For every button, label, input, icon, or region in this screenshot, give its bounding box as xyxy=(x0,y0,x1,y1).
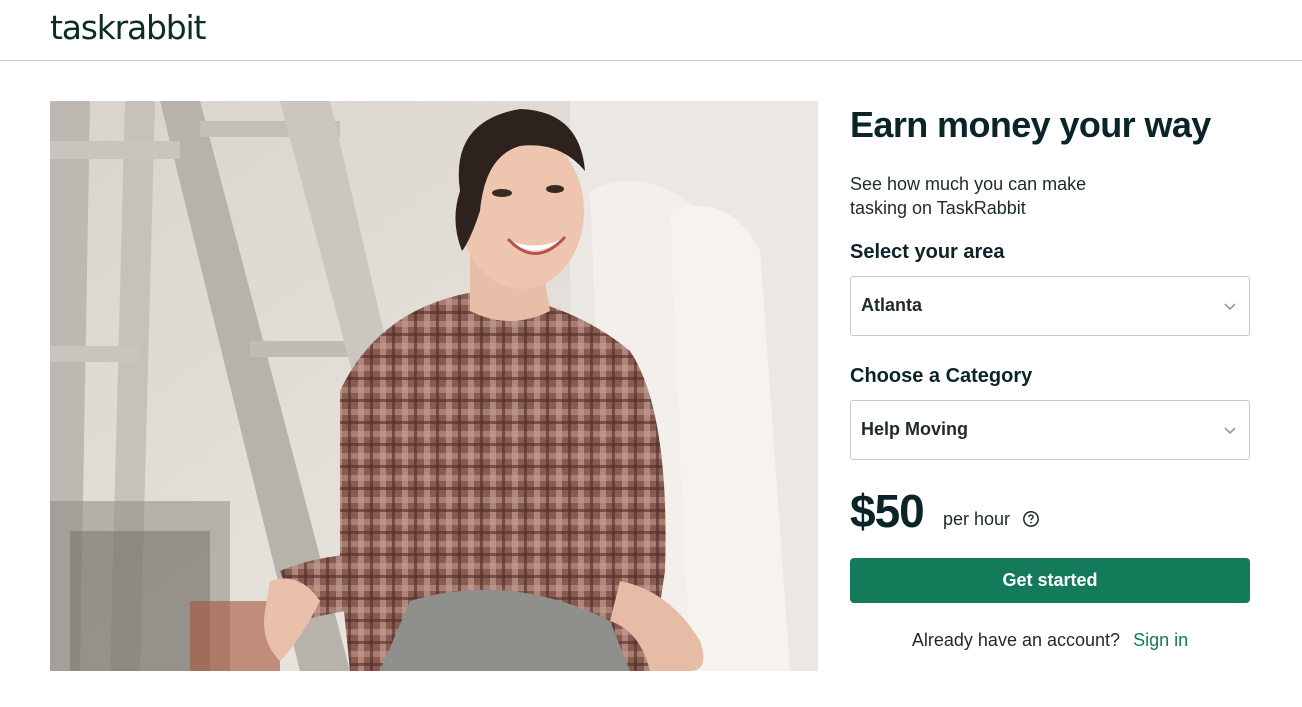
sign-in-link[interactable]: Sign in xyxy=(1133,630,1188,650)
question-circle-icon[interactable] xyxy=(1022,510,1040,528)
rate-unit: per hour xyxy=(943,509,1011,529)
taskrabbit-logo[interactable]: taskrabbit xyxy=(50,8,206,48)
area-label: Select your area xyxy=(850,241,1005,263)
get-started-button[interactable]: Get started xyxy=(850,558,1250,603)
hourly-rate: $50 xyxy=(850,485,925,537)
price-row: $50 per hour xyxy=(850,486,1250,536)
category-select-value: Help Moving xyxy=(861,419,968,439)
page-subtitle: See how much you can make tasking on Tas… xyxy=(850,174,1087,218)
hero-photo xyxy=(50,101,818,671)
hero-image xyxy=(50,101,818,671)
signin-row: Already have an account? Sign in xyxy=(850,628,1250,652)
signin-prompt: Already have an account? xyxy=(911,630,1121,650)
chevron-down-icon xyxy=(1224,427,1236,435)
area-select[interactable]: Atlanta xyxy=(850,276,1250,336)
page-title: Earn money your way xyxy=(850,104,1211,145)
category-select[interactable]: Help Moving xyxy=(850,400,1250,460)
site-header: taskrabbit xyxy=(0,0,1302,61)
earnings-panel: Earn money your way See how much you can… xyxy=(850,101,1250,652)
chevron-down-icon xyxy=(1224,303,1236,311)
category-label: Choose a Category xyxy=(850,365,1033,387)
area-select-value: Atlanta xyxy=(861,295,923,315)
